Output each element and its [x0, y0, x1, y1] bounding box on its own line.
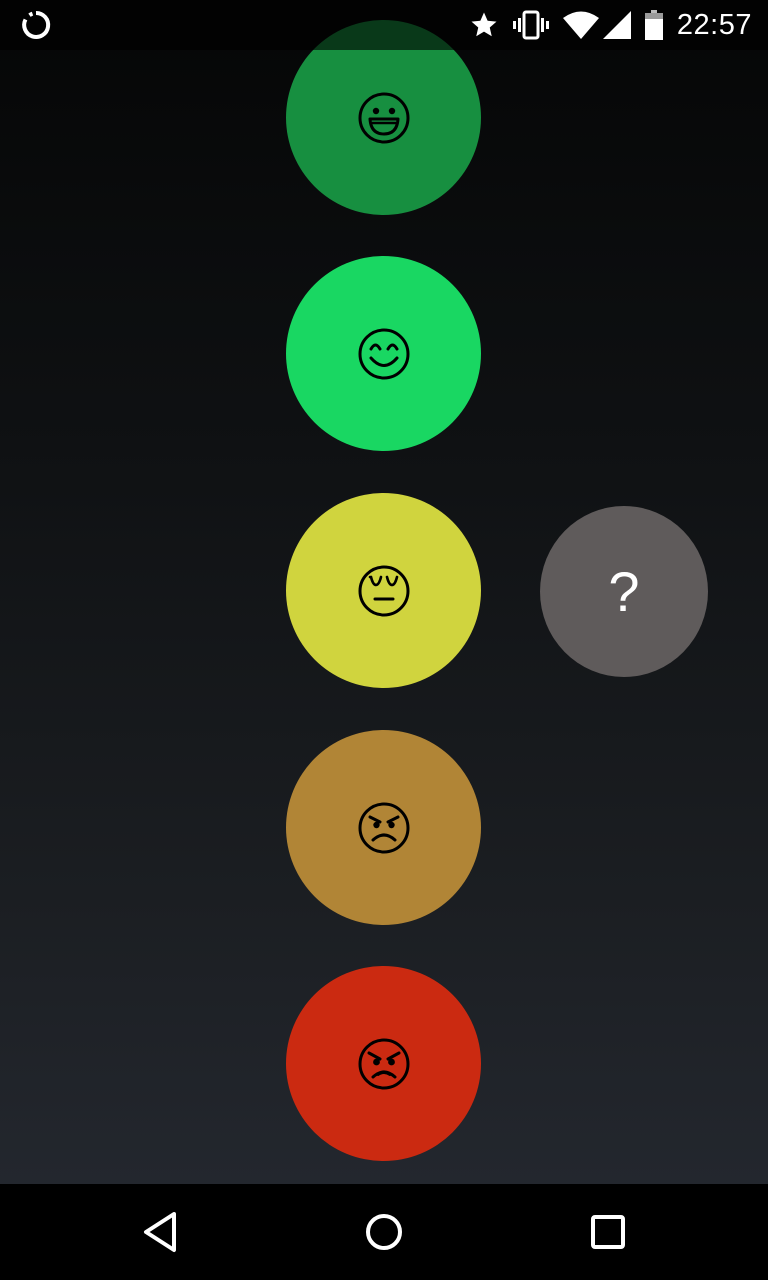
smiling-face-icon: [358, 328, 409, 379]
status-time: 22:57: [676, 8, 752, 41]
battery-icon: [644, 10, 663, 40]
unamused-face-icon: [358, 565, 409, 616]
mood-screen: 22:57 ?: [0, 0, 768, 1280]
home-button[interactable]: [360, 1208, 408, 1256]
star-icon: [469, 10, 499, 40]
recents-button[interactable]: [584, 1208, 632, 1256]
mood-button-neutral[interactable]: [286, 493, 481, 688]
help-button[interactable]: ?: [540, 506, 708, 677]
back-icon: [144, 1212, 176, 1252]
navigation-bar: [0, 1184, 768, 1280]
mood-button-smiling[interactable]: [286, 256, 481, 451]
grinning-face-icon: [358, 92, 409, 143]
back-button[interactable]: [136, 1208, 184, 1256]
sync-ring-icon: [20, 9, 52, 41]
very-angry-face-icon: [358, 1038, 409, 1089]
status-bar: 22:57: [0, 0, 768, 50]
vibrate-icon: [512, 10, 549, 40]
mood-button-angry[interactable]: [286, 730, 481, 925]
angry-face-icon: [358, 802, 409, 853]
status-icons: 22:57: [455, 0, 752, 50]
wifi-icon: [562, 11, 599, 39]
recents-icon: [591, 1215, 625, 1249]
mood-button-very-angry[interactable]: [286, 966, 481, 1161]
cell-signal-icon: [602, 11, 631, 39]
help-button-label: ?: [608, 559, 640, 623]
home-icon: [366, 1214, 402, 1250]
